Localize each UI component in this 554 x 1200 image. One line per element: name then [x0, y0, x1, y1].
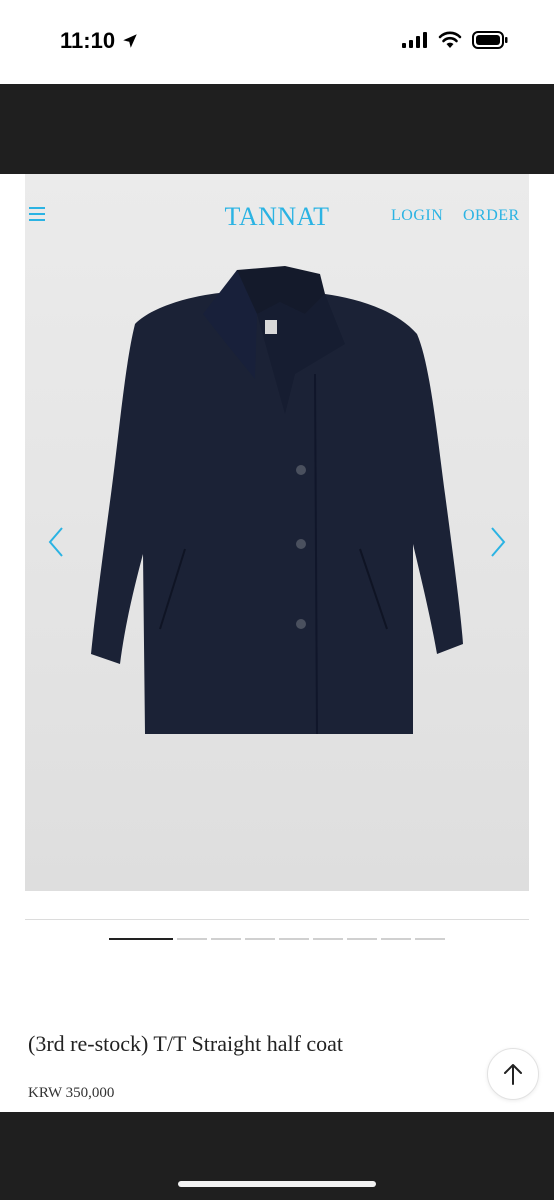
battery-icon — [472, 31, 508, 49]
product-image: TANNAT LOGIN ORDER — [25, 174, 529, 891]
carousel-indicator — [109, 938, 445, 940]
coat-image — [91, 266, 463, 735]
product-title: (3rd re-stock) T/T Straight half coat — [28, 1031, 344, 1056]
carousel-dot[interactable] — [381, 938, 411, 940]
location-arrow-icon — [123, 34, 137, 48]
status-bar: 11:10 — [0, 0, 554, 84]
carousel-dot[interactable] — [415, 938, 445, 940]
carousel-dot[interactable] — [313, 938, 343, 940]
product-price: KRW 350,000 — [28, 1085, 115, 1101]
carousel-dot[interactable] — [279, 938, 309, 940]
status-time: 11:10 — [60, 28, 139, 54]
scroll-to-top-button[interactable] — [487, 1048, 539, 1100]
divider — [25, 919, 529, 920]
brand-logo[interactable]: TANNAT — [25, 202, 529, 232]
status-time-text: 11:10 — [60, 28, 116, 53]
dark-band-top — [0, 84, 554, 174]
carousel-dot[interactable] — [245, 938, 275, 940]
status-icons — [402, 31, 508, 49]
chevron-left-icon[interactable] — [47, 526, 65, 558]
arrow-up-icon — [504, 1064, 522, 1085]
login-link[interactable]: LOGIN — [391, 207, 443, 225]
carousel-dot[interactable] — [347, 938, 377, 940]
home-indicator[interactable] — [178, 1181, 376, 1187]
chevron-right-icon[interactable] — [489, 526, 507, 558]
carousel-dot[interactable] — [177, 938, 207, 940]
signal-icon — [402, 32, 427, 48]
order-link[interactable]: ORDER — [463, 207, 520, 225]
carousel-dot[interactable] — [211, 938, 241, 940]
carousel-dot-active[interactable] — [109, 938, 173, 940]
wifi-icon — [438, 31, 462, 48]
